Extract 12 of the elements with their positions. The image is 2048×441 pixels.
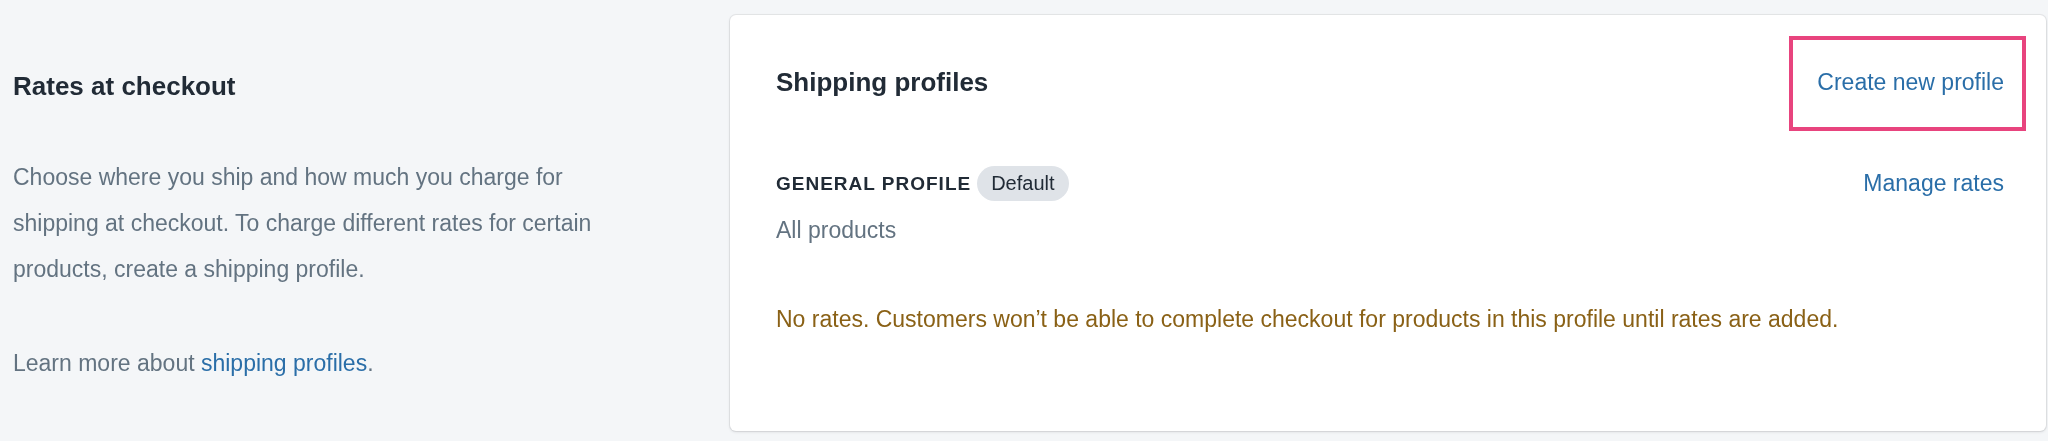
manage-rates-link[interactable]: Manage rates [1863, 170, 2004, 197]
default-badge: Default [977, 166, 1069, 201]
profile-scope: All products [776, 217, 898, 244]
no-rates-warning: No rates. Customers won’t be able to complete checkout for products in this profile until rates are added. [776, 305, 1840, 334]
shipping-profiles-link[interactable]: shipping profiles [200, 350, 368, 376]
learn-more-text: Learn more about [13, 350, 196, 376]
create-profile-link[interactable]: Create new profile [1817, 69, 2004, 96]
section-title: Rates at checkout [13, 71, 237, 102]
period-text: . [367, 350, 374, 376]
profile-name: GENERAL PROFILE [776, 172, 972, 195]
card-title: Shipping profiles [776, 67, 989, 98]
section-description: Choose where you ship and how much you charge for shipping at checkout. To charge different rates for certain products, create a shipping profile. [13, 163, 593, 284]
